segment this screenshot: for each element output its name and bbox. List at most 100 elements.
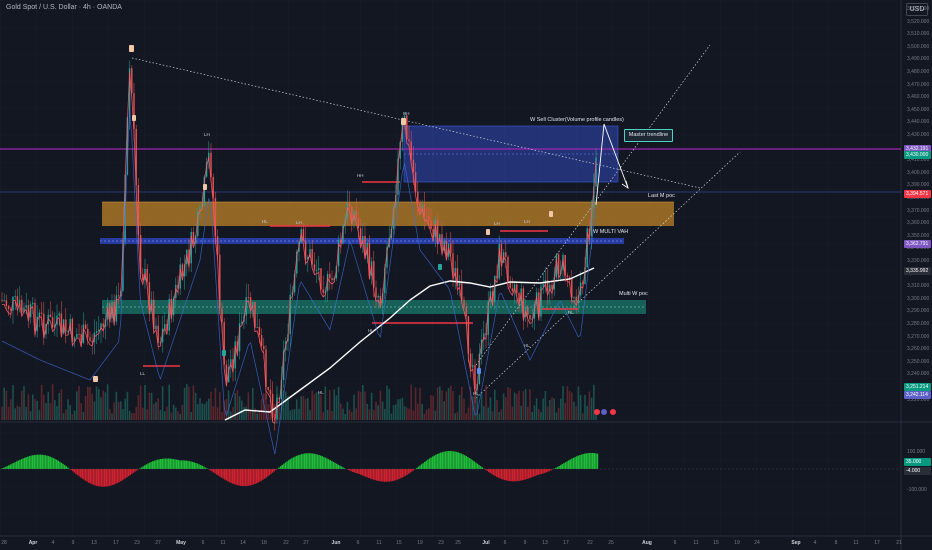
candle-body xyxy=(142,274,144,281)
volume-bar xyxy=(454,413,456,420)
oscillator-bar xyxy=(451,451,453,469)
time-axis-label: Jun xyxy=(331,540,341,546)
volume-bar xyxy=(406,407,408,420)
volume-bar xyxy=(148,392,151,420)
volume-bar xyxy=(575,406,577,420)
price-axis-label: 3,510.000 xyxy=(907,31,930,38)
chart-window[interactable]: Gold Spot / U.S. Dollar · 4h · OANDA USD… xyxy=(0,0,932,550)
volume-bar xyxy=(16,405,19,420)
oscillator-bar xyxy=(480,466,482,469)
volume-bar xyxy=(456,411,459,420)
candle-body xyxy=(98,329,100,332)
oscillator-bar xyxy=(472,460,474,469)
oscillator-bar xyxy=(281,464,283,469)
volume-bar xyxy=(80,403,82,420)
oscillator-bar xyxy=(60,462,63,469)
candle-body xyxy=(419,203,421,211)
oscillator-bar xyxy=(196,463,199,469)
oscillator-bar xyxy=(251,469,253,486)
oscillator-bar xyxy=(176,459,178,469)
oscillator-bar xyxy=(420,464,423,469)
oscillator-bar xyxy=(440,452,442,469)
time-axis-label: Aug xyxy=(642,540,652,546)
volume-bar xyxy=(21,390,23,420)
volume-bar xyxy=(76,391,78,420)
volume-bar xyxy=(47,391,49,420)
price-axis-label: 3,240.000 xyxy=(907,371,930,378)
oscillator-bar xyxy=(564,462,567,469)
oscillator-bar xyxy=(438,453,440,469)
oscillator-bar xyxy=(560,465,562,469)
oscillator-bar xyxy=(513,469,515,482)
volume-bar xyxy=(40,384,43,420)
oscillator-bar xyxy=(14,462,16,469)
oscillator-bar xyxy=(48,456,50,469)
volume-bar xyxy=(428,408,430,420)
oscillator-bar xyxy=(441,452,443,469)
volume-bar xyxy=(375,401,377,420)
price-axis-label: 3,330.000 xyxy=(907,258,930,264)
oscillator-bar xyxy=(518,469,520,481)
oscillator-bar xyxy=(456,451,458,469)
price-axis-label: 3,260.000 xyxy=(907,346,930,353)
oscillator-bar xyxy=(492,469,495,476)
oscillator-bar xyxy=(193,462,195,469)
candle-body xyxy=(58,313,60,316)
oscillator-bar xyxy=(432,456,434,469)
oscillator-bar xyxy=(51,457,53,469)
candle-body xyxy=(472,365,474,368)
candle-body xyxy=(3,300,5,302)
volume-bar xyxy=(395,404,397,420)
time-axis-label: 6 xyxy=(673,540,677,546)
candle-body xyxy=(91,340,93,342)
oscillator-bar xyxy=(179,460,181,469)
price-tag: 3,394.571 xyxy=(904,190,931,198)
oscillator-bar xyxy=(393,469,395,481)
candle-body xyxy=(505,252,507,257)
candle-body xyxy=(357,218,360,229)
volume-bar xyxy=(247,392,250,420)
volume-bar xyxy=(278,404,280,420)
oscillator-bar xyxy=(377,469,379,481)
volume-bar xyxy=(234,393,236,420)
oscillator-bar xyxy=(267,469,269,477)
oscillator-bar xyxy=(436,453,439,469)
oscillator-bar xyxy=(4,466,7,469)
oscillator-bar xyxy=(184,460,186,469)
oscillator-bar xyxy=(582,453,584,469)
time-axis-label: 21 xyxy=(896,540,902,546)
last-m-poc-zone[interactable] xyxy=(102,202,674,226)
oscillator-bar xyxy=(369,469,371,479)
volume-bar xyxy=(256,413,258,420)
oscillator-bar xyxy=(435,454,437,469)
volume-bar xyxy=(131,413,133,420)
oscillator-bar xyxy=(28,456,31,469)
volume-bar xyxy=(67,399,69,420)
time-axis-label: 24 xyxy=(754,540,760,546)
volume-bar xyxy=(43,394,45,420)
candle-body xyxy=(379,295,382,304)
oscillator-bar xyxy=(88,469,90,483)
candle-body xyxy=(408,139,410,142)
oscillator-bar xyxy=(478,464,480,469)
volume-bar xyxy=(89,387,91,420)
price-chart[interactable] xyxy=(0,0,932,550)
volume-bar xyxy=(49,403,52,420)
volume-bar xyxy=(304,398,307,420)
oscillator-bar xyxy=(164,458,167,469)
symbol-title[interactable]: Gold Spot / U.S. Dollar · 4h · OANDA xyxy=(6,4,122,11)
price-axis-label: 3,530.000 xyxy=(907,6,930,12)
oscillator-bar xyxy=(171,458,173,469)
volume-bar xyxy=(417,403,419,420)
price-axis-label: 3,280.000 xyxy=(907,321,930,327)
master-trendline-callout[interactable]: Master trendline xyxy=(624,129,673,142)
oscillator-bar xyxy=(94,469,96,486)
oscillator-bar xyxy=(97,469,99,487)
oscillator-bar xyxy=(123,469,125,480)
oscillator-bar xyxy=(212,469,215,473)
oscillator-bar xyxy=(497,469,499,478)
volume-bar xyxy=(45,403,47,420)
oscillator-bar xyxy=(540,469,543,475)
oscillator-bar xyxy=(342,467,344,469)
oscillator-bar xyxy=(49,456,51,469)
